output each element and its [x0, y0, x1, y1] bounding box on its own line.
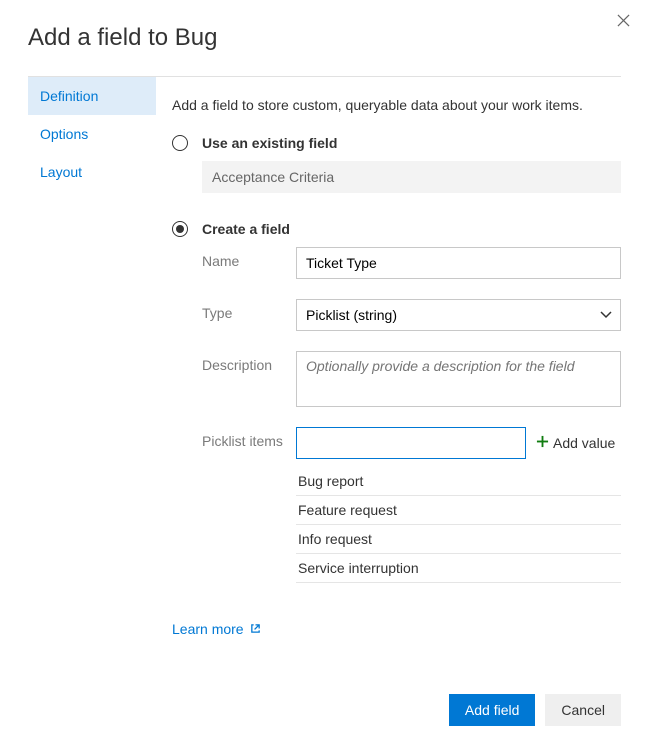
- add-field-button[interactable]: Add field: [449, 694, 535, 726]
- type-label: Type: [202, 299, 296, 331]
- tab-options[interactable]: Options: [28, 115, 156, 153]
- plus-icon: [536, 435, 549, 451]
- create-field-option[interactable]: Create a field: [172, 221, 621, 237]
- radio-unchecked-icon[interactable]: [172, 135, 188, 151]
- picklist-item[interactable]: Feature request: [296, 496, 621, 525]
- learn-more-link[interactable]: Learn more: [172, 621, 261, 637]
- type-select[interactable]: [296, 299, 621, 331]
- create-field-form: Name Type Description: [202, 247, 621, 583]
- add-value-button[interactable]: Add value: [532, 427, 619, 459]
- add-value-label: Add value: [553, 435, 615, 451]
- close-button[interactable]: [611, 10, 635, 34]
- picklist-item[interactable]: Service interruption: [296, 554, 621, 583]
- use-existing-option[interactable]: Use an existing field: [172, 135, 621, 151]
- close-icon: [617, 14, 630, 30]
- main-panel: Add a field to store custom, queryable d…: [156, 77, 621, 637]
- tab-definition[interactable]: Definition: [28, 77, 156, 115]
- add-field-dialog: Add a field to Bug Definition Options La…: [0, 0, 649, 744]
- learn-more-label: Learn more: [172, 621, 244, 637]
- cancel-button[interactable]: Cancel: [545, 694, 621, 726]
- dialog-title: Add a field to Bug: [28, 24, 621, 52]
- use-existing-label: Use an existing field: [202, 135, 337, 151]
- description-textarea[interactable]: [296, 351, 621, 407]
- radio-checked-icon[interactable]: [172, 221, 188, 237]
- dialog-body: Definition Options Layout Add a field to…: [28, 76, 621, 637]
- picklist-item[interactable]: Info request: [296, 525, 621, 554]
- picklist-item[interactable]: Bug report: [296, 467, 621, 496]
- name-input[interactable]: [296, 247, 621, 279]
- name-label: Name: [202, 247, 296, 279]
- picklist-items-list: Bug reportFeature requestInfo requestSer…: [296, 467, 621, 583]
- picklist-items-label: Picklist items: [202, 427, 296, 583]
- description-label: Description: [202, 351, 296, 407]
- existing-field-readonly: Acceptance Criteria: [202, 161, 621, 193]
- sidebar: Definition Options Layout: [28, 77, 156, 637]
- dialog-footer: Add field Cancel: [449, 694, 621, 726]
- picklist-new-item-input[interactable]: [296, 427, 526, 459]
- create-field-label: Create a field: [202, 221, 290, 237]
- intro-text: Add a field to store custom, queryable d…: [172, 97, 621, 113]
- external-link-icon: [250, 621, 261, 637]
- tab-layout[interactable]: Layout: [28, 153, 156, 191]
